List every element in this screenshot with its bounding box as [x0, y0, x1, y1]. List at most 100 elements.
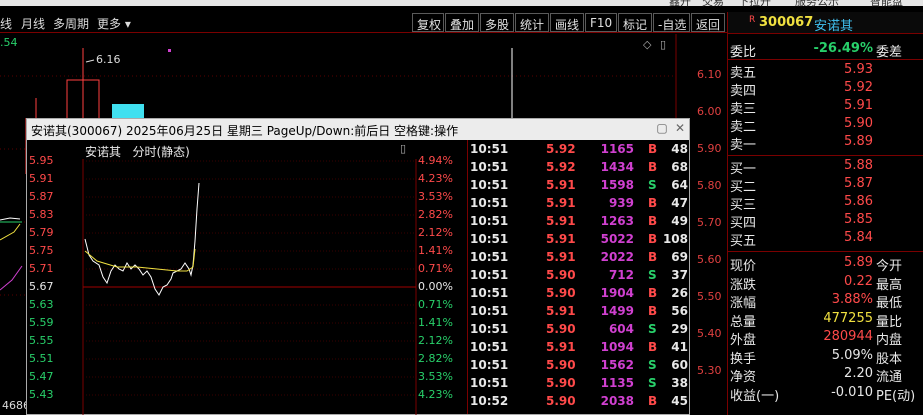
intraday-pct-axis-label: 4.23%: [418, 388, 453, 401]
tick-time: 10:51: [470, 160, 509, 174]
top-menu-item[interactable]: 服务公示: [795, 0, 839, 9]
tick-time: 10:51: [470, 196, 509, 210]
weibi-row: 委比 -26.49% 委差: [730, 41, 903, 60]
peak-price-label: 6.16: [96, 53, 121, 66]
tick-bs: B: [648, 250, 658, 264]
tick-time: 10:51: [470, 232, 509, 246]
tick-price: 5.90: [546, 286, 576, 300]
tick-vol: 1499: [600, 304, 634, 318]
tick-row: 10:51 5.91 1094 B 41: [468, 340, 690, 358]
tick-row: 10:51 5.90 604 S 29: [468, 322, 690, 340]
buy-level-row: 买一 5.88: [730, 158, 873, 177]
more-button[interactable]: 更多 ▾: [97, 15, 131, 32]
period-week-button[interactable]: 线: [0, 15, 12, 32]
stock-name: 安诺其: [814, 19, 854, 34]
tick-price: 5.90: [546, 376, 576, 390]
tick-price: 5.91: [546, 304, 576, 318]
top-menu-item[interactable]: 交易: [702, 0, 724, 9]
tick-time: 10:51: [470, 358, 509, 372]
back-button[interactable]: 返回: [691, 13, 725, 32]
tick-row: 10:51 5.91 1499 B 56: [468, 304, 690, 322]
intraday-pct-axis-label: 0.71%: [418, 298, 453, 311]
tick-vol: 1135: [600, 376, 634, 390]
tick-price: 5.92: [546, 160, 576, 174]
tick-vol: 1263: [600, 214, 634, 228]
tick-n: 47: [671, 196, 688, 210]
tick-n: 49: [671, 214, 688, 228]
tick-bs: B: [648, 160, 658, 174]
sell-level-row: 卖四 5.92: [730, 80, 873, 99]
top-menu-item[interactable]: 下拉开: [738, 0, 771, 9]
intraday-pct-axis-label: 3.53%: [418, 370, 453, 383]
tick-price: 5.91: [546, 250, 576, 264]
quote-panel: R 300067 安诺其 委比 -26.49% 委差 卖五 5.93 卖四 5.92 卖…: [727, 12, 923, 415]
period-month-button[interactable]: 月线: [21, 15, 45, 32]
f10-button[interactable]: F10: [585, 13, 617, 32]
quote-stat-row: 收益(一) -0.010 PE(动): [730, 384, 916, 404]
quote-stat-row: 涨幅 3.88% 最低: [730, 292, 903, 311]
chart-toolbar: 线 月线 多周期 更多 ▾ 复权 叠加 多股 统计 画线 F10 标记 -自选 …: [0, 12, 727, 33]
tick-bs: B: [648, 304, 658, 318]
intraday-price-axis-label: 5.95: [29, 154, 54, 167]
tick-time: 10:51: [470, 322, 509, 336]
tick-n: 56: [671, 304, 688, 318]
tick-bs: S: [648, 358, 657, 372]
tick-price: 5.90: [546, 358, 576, 372]
maximize-icon[interactable]: ▢: [655, 122, 669, 136]
tick-bs: S: [648, 322, 657, 336]
tick-time: 10:52: [470, 394, 509, 408]
watchlist-button[interactable]: -自选: [653, 13, 690, 32]
tick-price: 5.91: [546, 178, 576, 192]
panel-toggle-icon[interactable]: ▯: [400, 142, 406, 155]
close-icon[interactable]: ✕: [673, 122, 687, 136]
stats-button[interactable]: 统计: [515, 13, 549, 32]
overlay-button[interactable]: 叠加: [445, 13, 479, 32]
quote-stat-row: 涨跌 0.22 最高: [730, 273, 903, 293]
tick-row: 10:51 5.91 1598 S 64: [468, 178, 690, 196]
svg-text:▯: ▯: [660, 38, 666, 51]
tick-vol: 2038: [600, 394, 634, 408]
tick-row: 10:51 5.91 2022 B 69: [468, 250, 690, 268]
tick-list[interactable]: 10:51 5.92 1165 B 48 10:51 5.92 1434 B 68 10:51 5.9…: [467, 140, 689, 414]
popup-title[interactable]: 安诺其(300067) 2025年06月25日 星期三 PageUp/Down:…: [27, 119, 689, 140]
tick-price: 5.90: [546, 394, 576, 408]
stock-code: 300067: [759, 15, 814, 30]
intraday-pct-axis-label: 3.53%: [418, 190, 453, 203]
multi-stock-button[interactable]: 多股: [480, 13, 514, 32]
multi-period-button[interactable]: 多周期: [53, 15, 89, 32]
fuquan-button[interactable]: 复权: [412, 13, 444, 32]
quote-stat-row: 现价 5.89 今开: [730, 255, 903, 274]
sell-level-row: 卖三 5.91: [730, 98, 873, 117]
tick-price: 5.91: [546, 214, 576, 228]
intraday-price-axis-label: 5.71: [29, 262, 54, 275]
tick-row: 10:52 5.90 2038 B 45: [468, 394, 690, 412]
intraday-price-axis-label: 5.63: [29, 298, 54, 311]
tick-row: 10:51 5.90 1135 S 38: [468, 376, 690, 394]
intraday-price-axis-label: 5.47: [29, 370, 54, 383]
intraday-price-axis-label: 5.87: [29, 190, 54, 203]
intraday-price-axis-label: 5.43: [29, 388, 54, 401]
tick-vol: 1562: [600, 358, 634, 372]
tick-time: 10:51: [470, 214, 509, 228]
buy-level-row: 买四 5.85: [730, 212, 873, 231]
top-menu-item[interactable]: 鑫开: [669, 0, 691, 9]
tick-n: 38: [671, 376, 688, 390]
top-menu-item[interactable]: 智能盘: [870, 0, 903, 9]
mark-button[interactable]: 标记: [618, 13, 652, 32]
tick-bs: S: [648, 268, 657, 282]
intraday-popup-window[interactable]: 安诺其(300067) 2025年06月25日 星期三 PageUp/Down:…: [26, 118, 690, 415]
intraday-subheader: 安诺其 分时(静态) ▯: [27, 140, 467, 159]
tick-time: 10:51: [470, 142, 509, 156]
tick-n: 108: [662, 232, 688, 246]
marker-dot: [168, 49, 171, 52]
price-axis-label: 5.30: [697, 364, 722, 377]
draw-line-button[interactable]: 画线: [550, 13, 584, 32]
tick-vol: 1165: [600, 142, 634, 156]
tick-vol: 1904: [600, 286, 634, 300]
tick-bs: B: [648, 340, 658, 354]
intraday-pct-axis-label: 0.00%: [418, 280, 453, 293]
tick-n: 64: [671, 178, 688, 192]
tick-bs: B: [648, 142, 658, 156]
tick-row: 10:51 5.92 1434 B 68: [468, 160, 690, 178]
tick-bs: B: [648, 232, 658, 246]
